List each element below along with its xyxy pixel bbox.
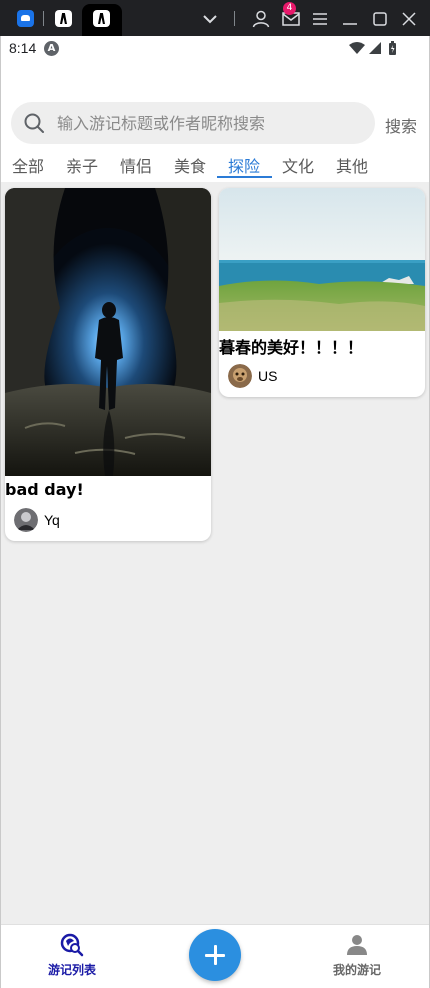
menu-icon[interactable] [310, 9, 330, 29]
wifi-icon [349, 42, 365, 54]
tab-food[interactable]: 美食 [174, 153, 206, 177]
app-icon[interactable] [55, 10, 72, 27]
notification-badge: 4 [283, 2, 296, 15]
tab-family[interactable]: 亲子 [66, 153, 98, 177]
tab-couple[interactable]: 情侣 [120, 153, 152, 177]
author-name[interactable]: Yq [44, 512, 60, 528]
cave-explorer-photo [5, 188, 211, 476]
nav-my-travels[interactable]: 我的游记 [322, 931, 392, 981]
post-card[interactable]: 暮春的美好！！！！ US [219, 188, 425, 397]
nav-label: 游记列表 [47, 963, 96, 977]
user-icon [347, 935, 367, 955]
post-list: bad day! Yq 暮春的美好！！！！ US [0, 182, 430, 924]
post-title: bad day! [5, 480, 84, 499]
chevron-down-icon[interactable] [200, 9, 220, 29]
avatar[interactable] [228, 364, 252, 388]
minimize-icon[interactable] [340, 9, 360, 29]
emulator-title-bar: 4 [0, 0, 430, 36]
category-tabs: 全部 亲子 情侣 美食 探险 文化 其他 [0, 150, 430, 180]
search-icon [24, 113, 44, 133]
signal-icon [369, 42, 381, 54]
divider [43, 11, 44, 26]
divider [234, 11, 235, 26]
search-input[interactable] [57, 102, 367, 144]
search-button[interactable]: 搜索 [385, 113, 417, 137]
app-icon[interactable] [17, 10, 34, 27]
add-post-button[interactable] [189, 929, 241, 981]
status-time: 8:14 [9, 40, 37, 56]
battery-icon [389, 41, 396, 55]
notification-icon: A [44, 41, 59, 56]
post-title: 暮春的美好！！！！ [219, 338, 364, 357]
status-bar: 8:14 A [0, 36, 430, 60]
tab-other[interactable]: 其他 [336, 153, 368, 177]
tab-all[interactable]: 全部 [12, 153, 44, 177]
active-tab-indicator [217, 176, 272, 178]
search-bar[interactable] [11, 102, 375, 144]
tab-adventure[interactable]: 探险 [228, 153, 260, 177]
status-icons [349, 41, 396, 55]
app-icon-active [93, 10, 110, 27]
maximize-icon[interactable] [370, 9, 390, 29]
author-name[interactable]: US [258, 368, 277, 384]
avatar[interactable] [14, 508, 38, 532]
post-card[interactable]: bad day! Yq [5, 188, 211, 541]
travel-list-icon [60, 933, 84, 957]
seaside-meadow-photo [219, 188, 425, 331]
nav-label: 我的游记 [332, 963, 381, 977]
close-icon[interactable] [399, 9, 419, 29]
tab-culture[interactable]: 文化 [282, 153, 314, 177]
active-tab[interactable] [82, 4, 122, 36]
user-icon[interactable] [251, 9, 271, 29]
nav-travel-list[interactable]: 游记列表 [37, 931, 107, 981]
